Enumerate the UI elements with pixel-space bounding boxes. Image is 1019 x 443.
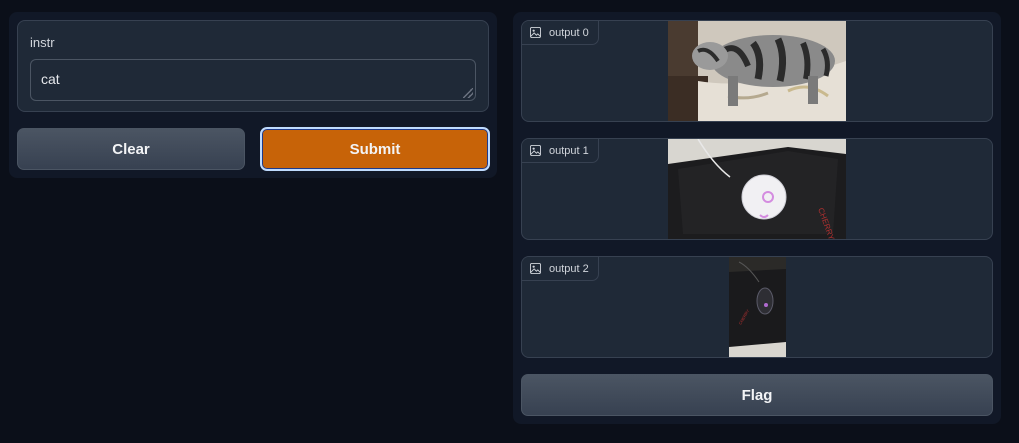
input-panel: instr cat Clear Submit xyxy=(9,12,497,178)
output-1-label: output 1 xyxy=(549,144,589,157)
image-icon xyxy=(530,263,541,274)
submit-button[interactable]: Submit xyxy=(260,127,490,171)
resize-handle-icon[interactable] xyxy=(463,88,473,98)
instr-input[interactable]: cat xyxy=(30,59,476,101)
output-1-tag: output 1 xyxy=(522,139,599,163)
image-icon xyxy=(530,27,541,38)
instr-input-value: cat xyxy=(41,71,60,87)
output-2-label: output 2 xyxy=(549,262,589,275)
output-2-image: CHERRY xyxy=(729,257,786,357)
app-root: instr cat Clear Submit output 0 output 1… xyxy=(0,0,1019,443)
instr-label: instr xyxy=(30,35,55,50)
output-0-image xyxy=(668,21,846,121)
output-1-block: output 1 CHERRY xyxy=(521,138,993,240)
clear-button[interactable]: Clear xyxy=(17,128,245,170)
output-1-image: CHERRY xyxy=(668,139,846,239)
output-2-tag: output 2 xyxy=(522,257,599,281)
instr-textbox-block: instr cat xyxy=(17,20,489,112)
output-0-tag: output 0 xyxy=(522,21,599,45)
output-2-block: output 2 CHERRY xyxy=(521,256,993,358)
output-panel: output 0 output 1 CHERRY output 2 CHERRY… xyxy=(513,12,1001,424)
output-0-block: output 0 xyxy=(521,20,993,122)
image-icon xyxy=(530,145,541,156)
flag-button[interactable]: Flag xyxy=(521,374,993,416)
output-0-label: output 0 xyxy=(549,26,589,39)
